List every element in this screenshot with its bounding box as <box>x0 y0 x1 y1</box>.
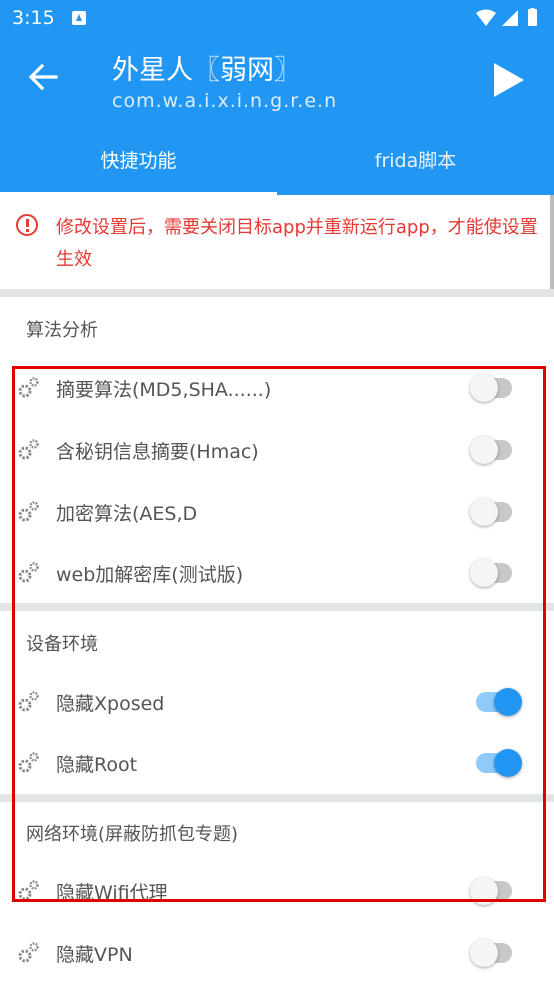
status-icons <box>476 8 537 26</box>
package-name: com.w.a.i.x.i.n.g.r.e.n <box>112 90 338 112</box>
highlight-box <box>12 366 546 902</box>
scrollbar[interactable] <box>550 195 554 295</box>
section-divider <box>0 289 554 297</box>
tab-frida-scripts[interactable]: frida脚本 <box>277 138 554 195</box>
setting-label: 隐藏VPN <box>56 944 133 966</box>
section-title-algorithm: 算法分析 <box>26 320 98 341</box>
wifi-icon <box>476 9 496 26</box>
alert-icon <box>16 214 38 236</box>
app-bar: 3:15 外星人〖弱网〗 com.w.a.i.x.i.n.g.r.e.n 快捷功… <box>0 0 554 195</box>
play-icon[interactable] <box>494 63 524 97</box>
toggle-knob <box>470 939 498 967</box>
gear-icon <box>18 942 39 963</box>
warning-text: 修改设置后，需要关闭目标app并重新运行app，才能使设置生效 <box>56 217 538 270</box>
tab-frida-scripts-label: frida脚本 <box>374 150 457 172</box>
setting-row-hide-vpn[interactable]: 隐藏VPN <box>0 922 554 984</box>
notification-icon <box>72 11 86 25</box>
tab-shortcuts[interactable]: 快捷功能 <box>0 138 277 195</box>
signal-icon <box>502 10 518 26</box>
battery-icon <box>528 9 537 26</box>
status-bar: 3:15 <box>0 0 554 36</box>
tab-shortcuts-label: 快捷功能 <box>100 150 177 172</box>
app-title: 外星人〖弱网〗 <box>112 55 301 86</box>
status-time: 3:15 <box>12 7 55 29</box>
back-arrow-icon[interactable] <box>26 60 60 94</box>
toggle-switch[interactable] <box>470 939 512 967</box>
warning-banner: 修改设置后，需要关闭目标app并重新运行app，才能使设置生效 <box>0 195 554 288</box>
